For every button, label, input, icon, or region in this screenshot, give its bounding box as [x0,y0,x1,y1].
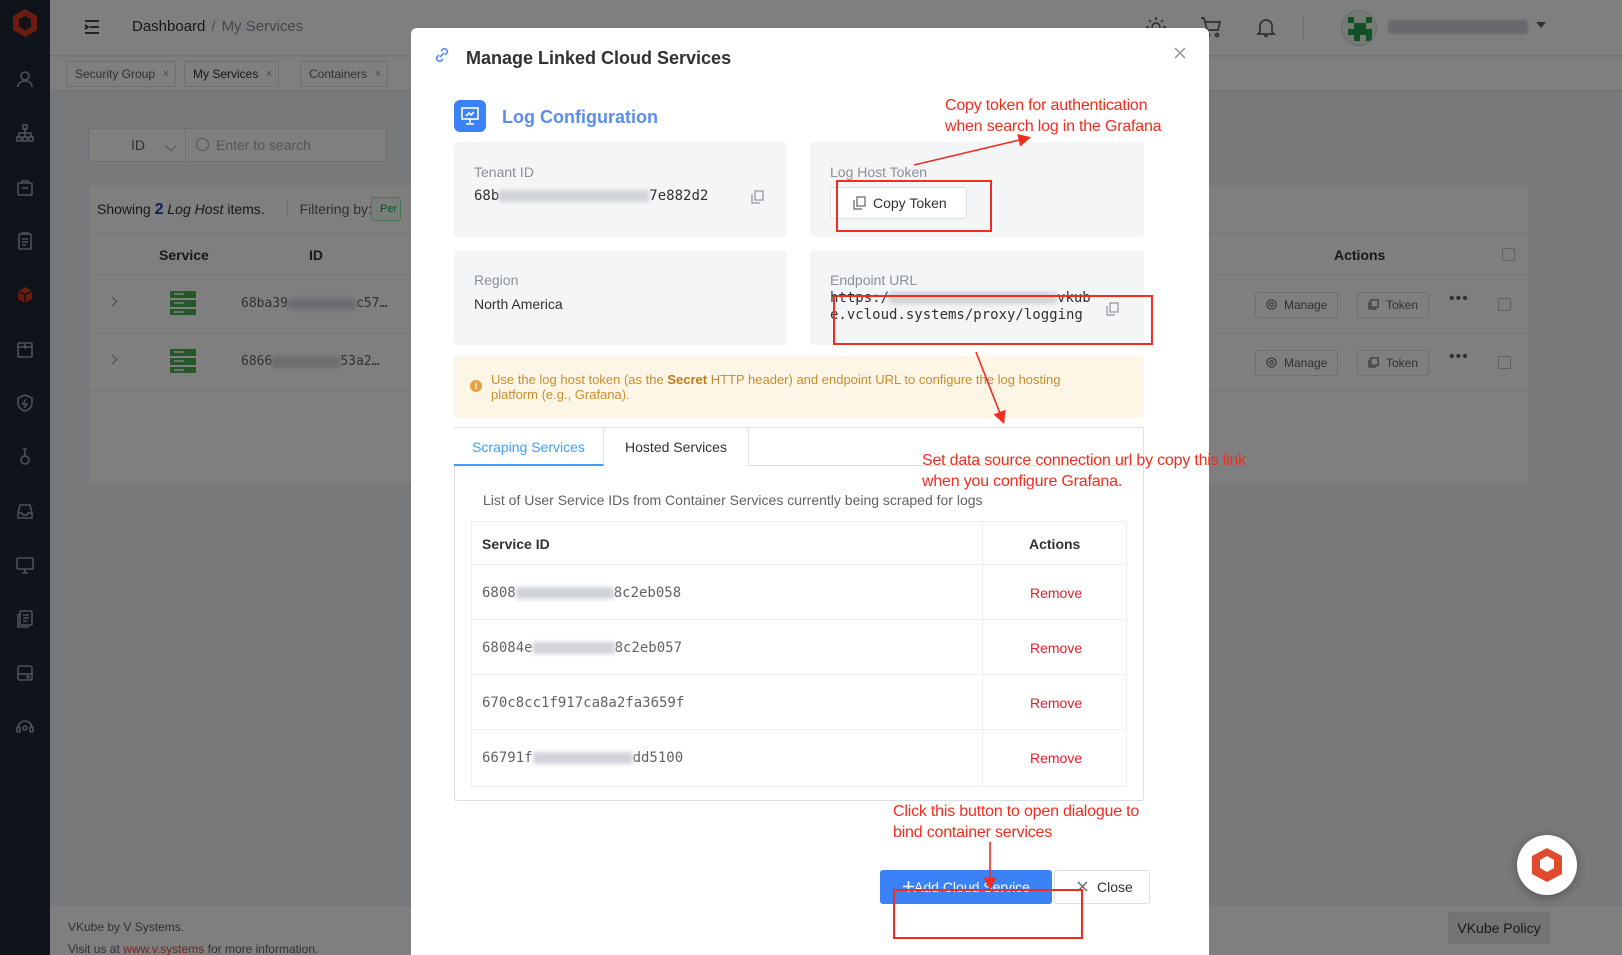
region-card: Region North America [454,250,787,345]
annotation-line: Click this button to open dialogue to [893,803,1140,820]
tenant-id-value: 68b 7e882d2 [474,188,708,204]
tab-scraping-services[interactable]: Scraping Services [454,428,604,466]
remove-button[interactable]: Remove [1030,585,1082,601]
service-id: 6808 8c2eb058 [482,585,681,601]
copy-icon[interactable] [751,190,764,204]
service-id: 66791f dd5100 [482,750,683,766]
table-row: 670c8cc1f917ca8a2fa3659f Remove [472,675,1126,730]
copy-token-annotation: Copy token for authentication when searc… [945,95,1162,137]
close-icon[interactable] [1173,46,1187,60]
annotation-line: bind container services [893,824,1053,841]
service-id: 68084e 8c2eb057 [482,640,682,656]
alert-text: Use the log host token (as the Secret HT… [491,372,1111,402]
service-id-end: 8c2eb057 [614,640,683,656]
table-row: 6808 8c2eb058 Remove [472,565,1126,620]
region-value: North America [474,296,563,312]
service-id-start: 68084e [482,640,533,656]
log-host-token-label: Log Host Token [830,164,928,180]
tab-hosted-services[interactable]: Hosted Services [604,428,749,466]
endpoint-url-highlight [833,295,1153,345]
tab-description: List of User Service IDs from Container … [483,492,983,508]
redacted-text [532,642,615,654]
column-divider [982,522,983,786]
region-label: Region [474,272,519,288]
remove-button[interactable]: Remove [1030,695,1082,711]
add-service-annotation: Click this button to open dialogue to bi… [893,801,1139,843]
tenant-id-end: 7e882d2 [649,188,709,204]
service-id-start: 6808 [482,585,516,601]
remove-button[interactable]: Remove [1030,750,1082,766]
annotation-line: when search log in the Grafana [945,118,1162,135]
scraped-services-table: Service ID Actions 6808 8c2eb058 Remove 6… [471,521,1127,787]
col-actions: Actions [1029,536,1081,552]
service-id-end: dd5100 [632,750,684,766]
tenant-id-label: Tenant ID [474,164,534,180]
floating-help-button[interactable] [1517,835,1577,895]
remove-button[interactable]: Remove [1030,640,1082,656]
copy-token-highlight [836,180,992,232]
presentation-icon [454,100,486,132]
close-label: Close [1097,879,1133,895]
annotation-line: Copy token for authentication [945,97,1148,114]
redacted-text [515,587,614,599]
service-id: 670c8cc1f917ca8a2fa3659f [482,695,684,711]
dialog-title: Manage Linked Cloud Services [466,48,732,68]
add-service-highlight [893,889,1083,939]
annotation-line: Set data source connection url by copy t… [922,452,1246,469]
alert-text-bold: Secret [667,372,708,387]
table-header: Service ID Actions [472,522,1126,565]
endpoint-url-label: Endpoint URL [830,272,918,288]
alert-text-pre: Use the log host token (as the [491,372,664,387]
tenant-id-card: Tenant ID 68b 7e882d2 [454,142,787,237]
annotation-line: when you configure Grafana. [922,473,1123,490]
link-icon [435,47,449,63]
section-title: Log Configuration [502,107,658,127]
info-alert: i Use the log host token (as the Secret … [454,356,1144,418]
col-service-id: Service ID [482,536,550,552]
service-id-start: 670c8cc1f917ca8a2fa3659f [482,695,685,711]
vkube-mascot-icon [1532,848,1562,882]
service-id-start: 66791f [482,750,533,766]
endpoint-annotation: Set data source connection url by copy t… [922,450,1246,492]
redacted-text [499,190,650,202]
info-icon: i [470,380,482,392]
table-row: 66791f dd5100 Remove [472,730,1126,785]
table-row: 68084e 8c2eb057 Remove [472,620,1126,675]
service-id-end: 8c2eb058 [613,585,682,601]
tenant-id-start: 68b [474,188,500,204]
redacted-text [532,752,633,764]
